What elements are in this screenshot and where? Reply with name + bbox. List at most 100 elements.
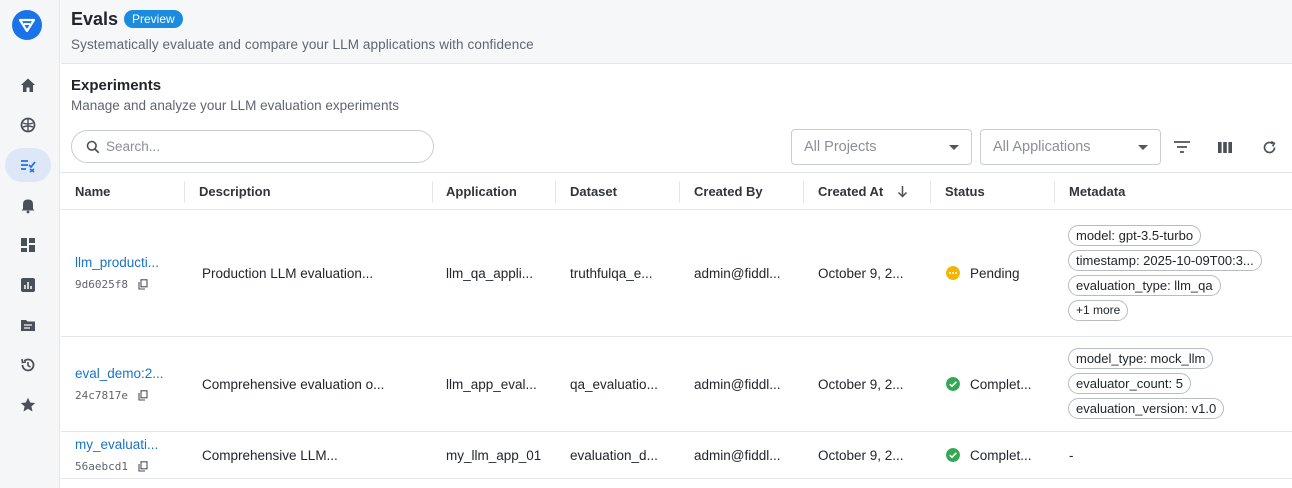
column-divider[interactable] xyxy=(803,181,804,203)
status-label: Pending xyxy=(970,266,1020,281)
table-row[interactable]: eval_demo:2... 24c7817e Comprehensive ev… xyxy=(61,337,1292,432)
filter-button[interactable] xyxy=(1171,136,1193,158)
sidebar-item-evals[interactable] xyxy=(5,148,51,182)
applications-select[interactable]: All Applications xyxy=(980,129,1161,165)
dataset-cell: truthfulqa_e... xyxy=(570,266,653,281)
table-header: Name Description Application Dataset Cre… xyxy=(61,172,1292,210)
dataset-cell: evaluation_d... xyxy=(570,448,658,463)
table-row[interactable]: my_evaluati... 56aebcd1 Comprehensive LL… xyxy=(61,432,1292,479)
dataset-cell: qa_evaluatio... xyxy=(570,377,658,392)
check-circle-icon xyxy=(946,377,960,391)
application-cell: llm_app_eval... xyxy=(446,377,537,392)
column-divider[interactable] xyxy=(1054,181,1055,203)
page-title: Evals xyxy=(71,9,119,29)
column-divider[interactable] xyxy=(432,181,433,203)
created-at-cell: October 9, 2... xyxy=(818,266,904,281)
experiment-id: 56aebcd1 xyxy=(75,460,128,473)
preview-badge: Preview xyxy=(124,10,183,28)
search-box[interactable] xyxy=(71,130,434,163)
col-created-by[interactable]: Created By xyxy=(694,184,763,199)
col-application[interactable]: Application xyxy=(446,184,517,199)
experiment-id: 24c7817e xyxy=(75,389,128,402)
metadata-chip: evaluator_count: 5 xyxy=(1068,373,1191,394)
created-at-cell: October 9, 2... xyxy=(818,448,904,463)
column-divider[interactable] xyxy=(679,181,680,203)
fiddler-logo[interactable] xyxy=(12,10,42,40)
projects-select[interactable]: All Projects xyxy=(791,129,972,165)
columns-button[interactable] xyxy=(1214,136,1236,158)
application-cell: my_llm_app_01 xyxy=(446,448,542,463)
more-metadata-chip[interactable]: +1 more xyxy=(1068,300,1129,321)
check-circle-icon xyxy=(946,448,960,462)
sidebar-item-history[interactable] xyxy=(5,348,51,382)
search-icon xyxy=(86,140,100,153)
refresh-button[interactable] xyxy=(1258,136,1280,158)
metadata-chip: model: gpt-3.5-turbo xyxy=(1068,225,1202,246)
folder-icon xyxy=(21,320,35,331)
sidebar-item-favorites[interactable] xyxy=(5,388,51,422)
copy-icon[interactable] xyxy=(138,461,148,472)
search-input[interactable] xyxy=(106,139,406,154)
col-created-at[interactable]: Created At xyxy=(818,184,883,199)
experiment-name-link[interactable]: eval_demo:2... xyxy=(75,366,164,381)
col-name[interactable]: Name xyxy=(75,184,110,199)
experiment-id: 9d6025f8 xyxy=(75,278,128,291)
star-icon xyxy=(20,397,36,412)
metadata-chip: model_type: mock_llm xyxy=(1068,348,1214,369)
copy-icon[interactable] xyxy=(138,279,148,290)
sort-desc-icon[interactable] xyxy=(897,185,908,198)
description-cell: Comprehensive LLM... xyxy=(202,448,338,463)
column-divider[interactable] xyxy=(555,181,556,203)
refresh-icon xyxy=(1263,140,1276,153)
col-status[interactable]: Status xyxy=(945,184,985,199)
history-icon xyxy=(21,358,35,372)
chevron-down-icon xyxy=(949,145,959,150)
description-cell: Comprehensive evaluation o... xyxy=(202,377,385,392)
projects-select-value: All Projects xyxy=(804,139,877,155)
created-by-cell: admin@fiddl... xyxy=(694,448,781,463)
home-icon xyxy=(21,78,35,92)
section-title: Experiments xyxy=(71,77,162,94)
copy-icon[interactable] xyxy=(138,390,148,401)
column-divider[interactable] xyxy=(930,181,931,203)
created-at-cell: October 9, 2... xyxy=(818,377,904,392)
description-cell: Production LLM evaluation... xyxy=(202,266,374,281)
col-dataset[interactable]: Dataset xyxy=(570,184,617,199)
sidebar-item-dashboards[interactable] xyxy=(5,228,51,262)
metadata-empty: - xyxy=(1069,448,1074,463)
sidebar-item-models[interactable] xyxy=(5,108,51,142)
experiment-name-link[interactable]: llm_producti... xyxy=(75,255,159,270)
status-label: Complet... xyxy=(970,377,1032,392)
application-cell: llm_qa_appli... xyxy=(446,266,534,281)
page-subtitle: Systematically evaluate and compare your… xyxy=(71,37,534,52)
sidebar-item-alerts[interactable] xyxy=(5,188,51,222)
column-divider[interactable] xyxy=(184,181,185,203)
pending-icon xyxy=(946,266,960,280)
filter-icon xyxy=(1174,141,1190,153)
sidebar xyxy=(0,0,60,488)
brain-icon xyxy=(20,117,36,133)
sidebar-item-projects[interactable] xyxy=(5,308,51,342)
logo-mark-icon xyxy=(18,18,36,33)
status-label: Complet... xyxy=(970,448,1032,463)
table-row[interactable]: llm_producti... 9d6025f8 Production LLM … xyxy=(61,210,1292,337)
section-subtitle: Manage and analyze your LLM evaluation e… xyxy=(71,98,399,113)
col-description[interactable]: Description xyxy=(199,184,271,199)
page-header: Evals Preview Systematically evaluate an… xyxy=(61,0,1292,64)
metadata-chip: evaluation_version: v1.0 xyxy=(1068,398,1225,419)
dashboard-icon xyxy=(21,238,35,252)
created-by-cell: admin@fiddl... xyxy=(694,266,781,281)
chart-icon xyxy=(21,278,35,292)
col-metadata[interactable]: Metadata xyxy=(1069,184,1125,199)
applications-select-value: All Applications xyxy=(993,139,1091,155)
sidebar-item-home[interactable] xyxy=(5,68,51,102)
evals-icon xyxy=(21,160,36,173)
columns-icon xyxy=(1218,141,1232,153)
chevron-down-icon xyxy=(1138,145,1148,150)
experiment-name-link[interactable]: my_evaluati... xyxy=(75,437,158,452)
metadata-chip: evaluation_type: llm_qa xyxy=(1068,275,1221,296)
metadata-chip: timestamp: 2025-10-09T00:3... xyxy=(1068,250,1262,271)
sidebar-item-charts[interactable] xyxy=(5,268,51,302)
created-by-cell: admin@fiddl... xyxy=(694,377,781,392)
bell-icon xyxy=(21,199,35,214)
